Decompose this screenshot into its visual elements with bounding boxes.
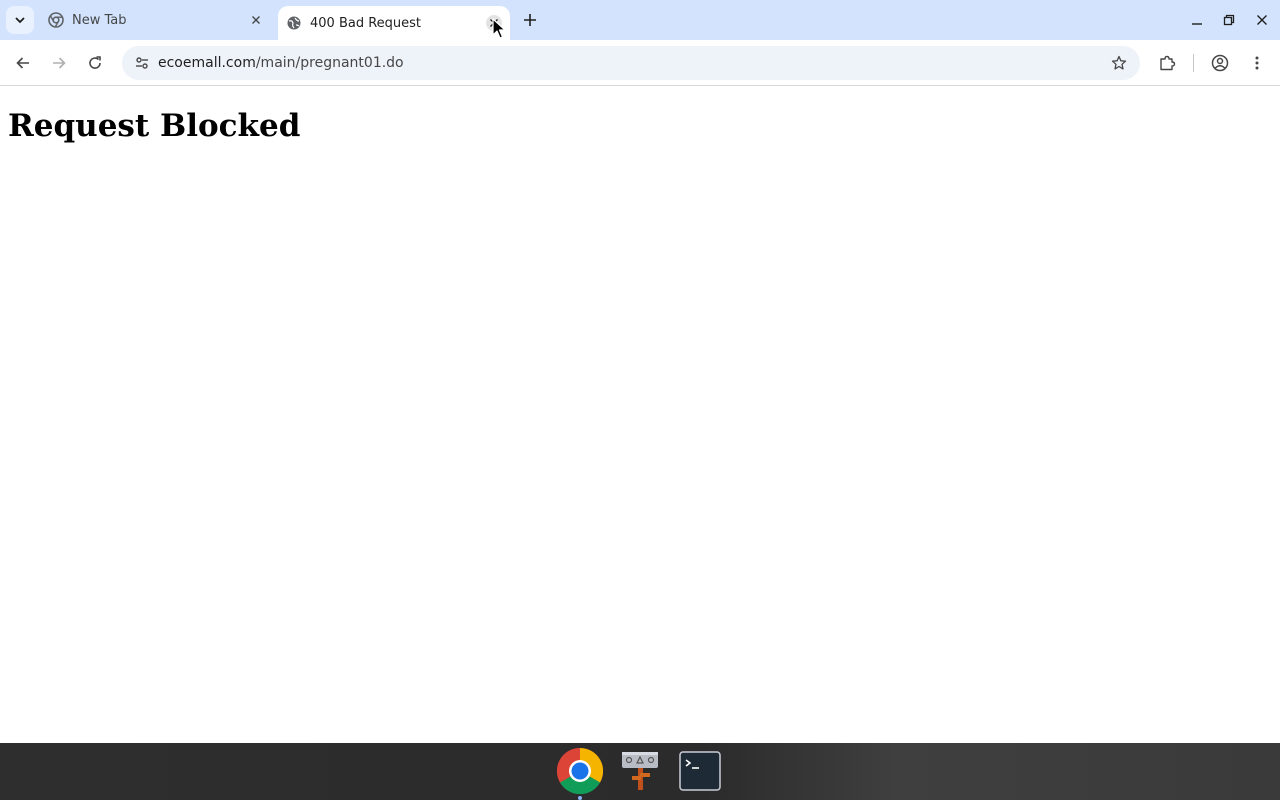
bookmark-button[interactable] — [1108, 52, 1130, 74]
puzzle-icon — [1160, 55, 1176, 71]
page-content: Request Blocked — [0, 87, 1280, 743]
new-tab-button[interactable] — [518, 8, 542, 32]
back-arrow-icon — [16, 57, 29, 69]
tab-search-button[interactable] — [6, 6, 34, 34]
restore-icon — [1223, 14, 1235, 26]
taskbar — [0, 743, 1280, 800]
page-heading: Request Blocked — [8, 108, 301, 144]
tab-title: 400 Bad Request — [310, 15, 422, 31]
chevron-down-icon — [15, 17, 25, 24]
extensions-button[interactable] — [1152, 48, 1182, 78]
browser-toolbar: ecoemall.com/main/pregnant01.do — [0, 40, 1280, 86]
toolbar-separator — [1193, 54, 1194, 72]
account-icon — [1211, 54, 1229, 72]
forward-button[interactable] — [44, 48, 74, 78]
close-icon — [1257, 15, 1267, 25]
site-info-button[interactable] — [128, 49, 156, 77]
close-tab-icon[interactable] — [248, 12, 264, 28]
close-window-button[interactable] — [1250, 8, 1274, 32]
shell-tool-app[interactable] — [616, 747, 664, 795]
minimize-icon — [1192, 23, 1202, 25]
menu-button[interactable] — [1242, 48, 1272, 78]
terminal-icon — [679, 751, 721, 791]
url-path: /main/pregnant01.do — [255, 55, 404, 71]
tab-new-tab[interactable]: New Tab — [40, 0, 272, 40]
reload-button[interactable] — [80, 48, 110, 78]
mouse-cursor-icon — [492, 18, 506, 39]
chrome-app[interactable] — [556, 747, 604, 795]
tab-400-bad-request[interactable]: 400 Bad Request — [278, 6, 510, 40]
forward-arrow-icon — [53, 57, 66, 69]
chrome-icon — [556, 747, 604, 795]
url-text[interactable]: ecoemall.com/main/pregnant01.do — [158, 46, 404, 80]
globe-icon — [286, 15, 302, 31]
url-host: ecoemall.com — [158, 55, 256, 71]
tune-icon — [136, 57, 148, 69]
back-button[interactable] — [8, 48, 38, 78]
restore-button[interactable] — [1217, 8, 1241, 32]
plus-icon — [524, 14, 536, 26]
tab-title: New Tab — [72, 12, 127, 28]
profile-button[interactable] — [1205, 48, 1235, 78]
address-bar[interactable]: ecoemall.com/main/pregnant01.do — [122, 46, 1140, 80]
tab-strip: New Tab 400 Bad Request — [0, 0, 1280, 40]
more-vert-icon — [1255, 56, 1259, 70]
star-icon — [1111, 55, 1127, 70]
chrome-icon — [48, 12, 64, 28]
reload-icon — [89, 56, 101, 69]
minimize-button[interactable] — [1185, 8, 1209, 32]
terminal-app[interactable] — [676, 747, 724, 795]
toolbox-icon — [622, 752, 658, 790]
running-indicator — [578, 796, 582, 800]
